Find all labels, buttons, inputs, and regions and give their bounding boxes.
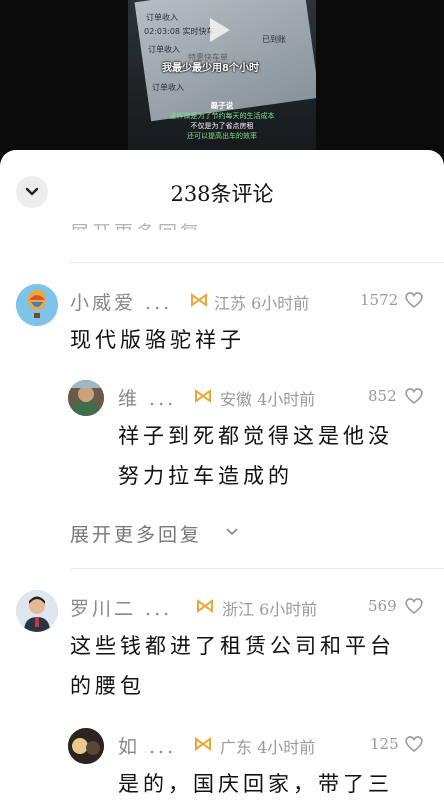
like-count: 1572 — [360, 291, 399, 309]
reply-location-time: 广东 4小时前 — [220, 738, 316, 757]
reply-location-time: 安徽 4小时前 — [220, 390, 316, 409]
heart-icon[interactable] — [404, 387, 424, 405]
reply-username[interactable]: 维 ... — [118, 384, 176, 411]
receipt-line: 订单收入 — [148, 45, 180, 54]
sheet-header: 238条评论 — [0, 150, 444, 230]
comment-location-time: 江苏 6小时前 — [214, 294, 310, 313]
photo-avatar-icon — [68, 380, 104, 416]
comment-text: 这些钱都进了租赁公司和平台 — [70, 634, 395, 658]
chevron-down-icon — [226, 528, 238, 536]
expand-replies-label[interactable]: 展开更多回复 — [70, 520, 202, 547]
heart-icon[interactable] — [404, 735, 424, 753]
receipt-line: 订单收入 — [146, 13, 178, 22]
faded-expand-link[interactable]: 展开更多回复 — [70, 218, 202, 230]
comment-location-time: 浙江 6小时前 — [222, 600, 318, 619]
fan-badge-icon — [197, 599, 213, 613]
reply-text: 努力拉车造成的 — [118, 464, 293, 488]
heart-icon[interactable] — [404, 597, 424, 615]
fan-badge-icon — [195, 737, 211, 751]
divider — [70, 568, 444, 569]
video-frame[interactable]: 订单收入 02:03:08 实时快车 订单收入 特惠快车单 订单收入 已到账 我… — [128, 0, 316, 160]
fan-badge-icon — [191, 293, 207, 307]
reply-text: 是的，国庆回家，带了三 — [118, 772, 393, 796]
caption-line: 不仅是为了省点房租 — [190, 122, 254, 130]
receipt-line: 已到账 — [262, 35, 286, 44]
receipt-line: 02:03:08 实时快车 — [144, 27, 215, 36]
photo-avatar-icon — [68, 728, 104, 764]
video-player[interactable]: 订单收入 02:03:08 实时快车 订单收入 特惠快车单 订单收入 已到账 我… — [0, 0, 444, 160]
play-icon[interactable] — [210, 18, 230, 42]
reply-username[interactable]: 如 ... — [118, 732, 176, 759]
photo-avatar-icon — [16, 590, 58, 632]
reply-text: 祥子到死都觉得这是他没 — [118, 424, 393, 448]
heart-icon[interactable] — [404, 291, 424, 309]
avatar[interactable] — [16, 590, 58, 632]
comment-username[interactable]: 罗川二 ... — [70, 594, 172, 621]
like-count: 852 — [368, 387, 397, 405]
like-count: 569 — [368, 597, 397, 615]
balloon-avatar-icon — [16, 284, 58, 326]
avatar[interactable] — [68, 380, 104, 416]
avatar[interactable] — [16, 284, 58, 326]
caption-line: 还可以提高出车的效率 — [187, 132, 257, 140]
avatar[interactable] — [68, 728, 104, 764]
video-subtitle: 我最少最少用8个小时 — [162, 63, 259, 74]
comment-count-title: 238条评论 — [170, 182, 274, 206]
receipt-line: 订单收入 — [152, 83, 184, 92]
fan-badge-icon — [195, 389, 211, 403]
comment-text: 的腰包 — [70, 674, 145, 698]
comment-username[interactable]: 小威爱 ... — [70, 288, 172, 315]
caption-speaker: 磊子说 — [210, 101, 234, 110]
caption-line: 这样做是为了节约每天的生活成本 — [169, 112, 275, 120]
divider — [70, 262, 444, 263]
comment-text: 现代版骆驼祥子 — [70, 328, 245, 352]
like-count: 125 — [370, 735, 399, 753]
comment-sheet: 238条评论 展开更多回复 小威爱 ... 江苏 6小时前 1572 现代版骆驼… — [0, 150, 444, 800]
